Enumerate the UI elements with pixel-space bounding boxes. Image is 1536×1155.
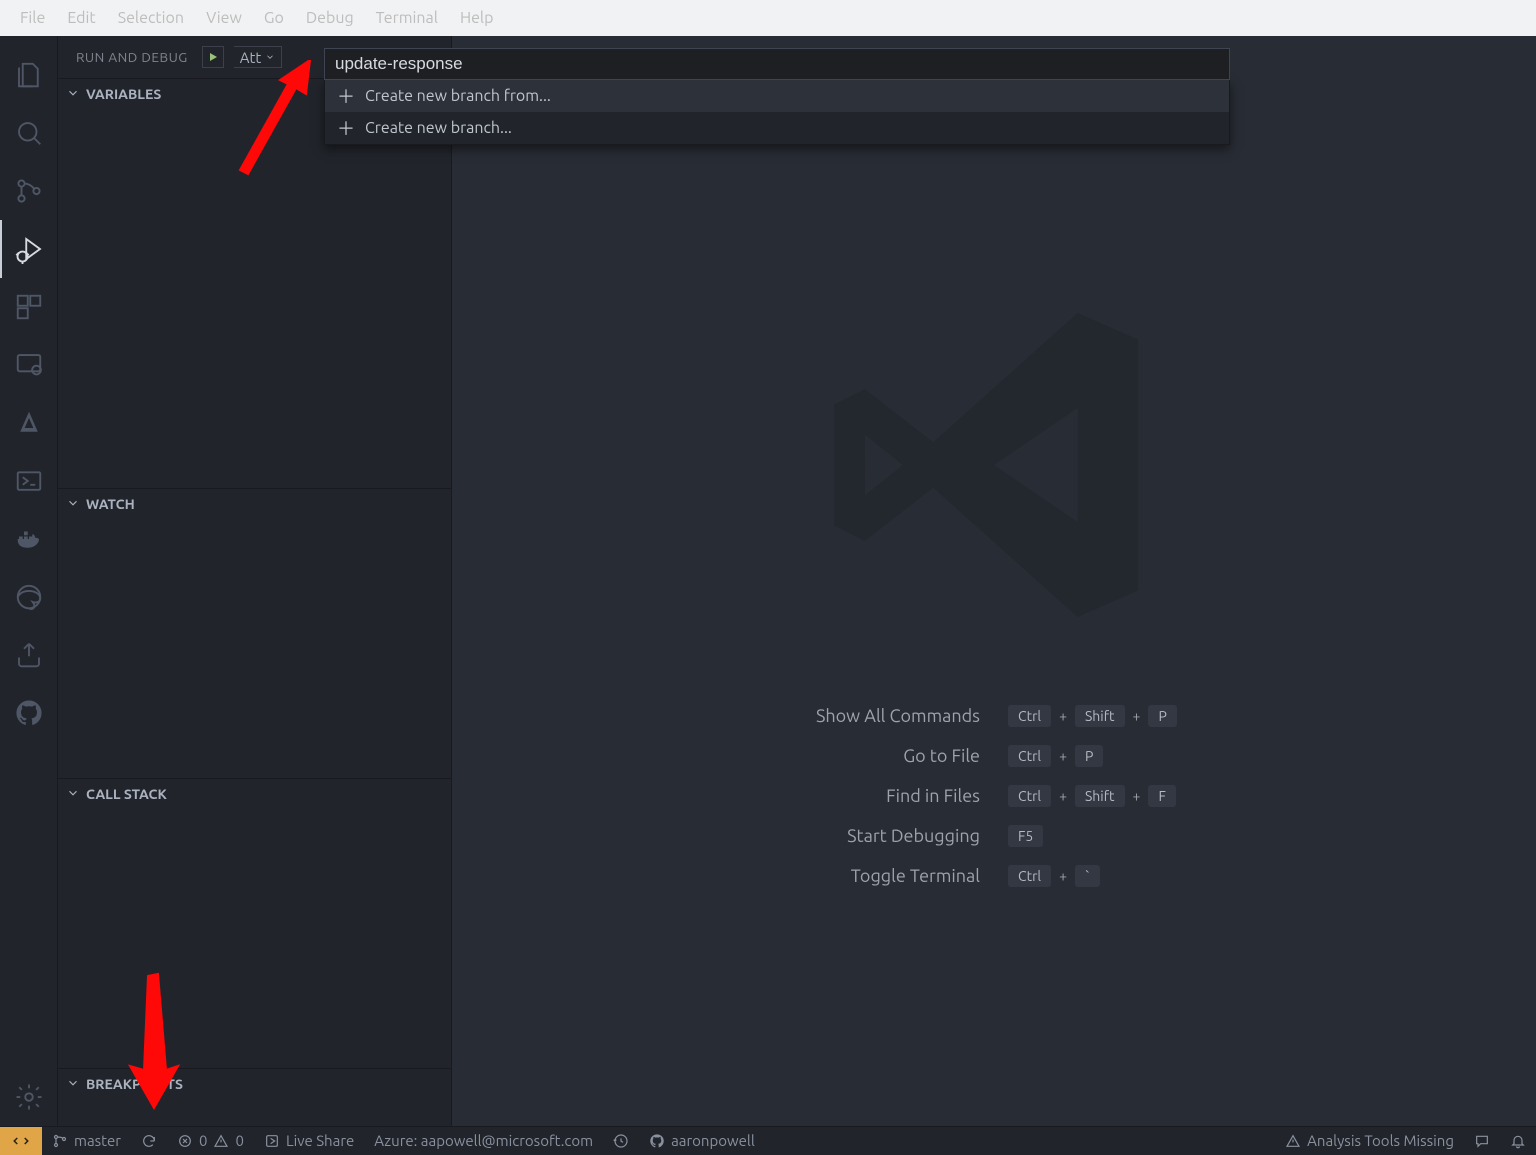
powershell-icon[interactable] (0, 452, 58, 510)
chevron-down-icon (66, 86, 80, 103)
edge-icon[interactable] (0, 568, 58, 626)
liveshare-label: Live Share (286, 1132, 354, 1149)
github-icon[interactable] (0, 684, 58, 742)
menubar: File Edit Selection View Go Debug Termin… (0, 0, 1536, 36)
plus-icon: ＋ (337, 115, 355, 141)
welcome-keys: Ctrl+Shift+F (1008, 785, 1177, 807)
menu-terminal[interactable]: Terminal (366, 5, 448, 31)
warnings-count: 0 (235, 1132, 243, 1149)
welcome-label: Start Debugging (811, 826, 980, 846)
sidebar-title: RUN AND DEBUG (76, 49, 188, 65)
source-control-icon[interactable] (0, 162, 58, 220)
branch-name-input[interactable] (324, 48, 1230, 80)
callstack-section-header[interactable]: CALL STACK (58, 779, 451, 809)
github-label: aaronpowell (671, 1132, 755, 1149)
breakpoints-label: BREAKPOINTS (86, 1076, 183, 1092)
variables-label: VARIABLES (86, 86, 161, 102)
welcome-label: Toggle Terminal (811, 866, 980, 886)
chevron-down-icon (66, 496, 80, 513)
share-icon[interactable] (0, 626, 58, 684)
menu-help[interactable]: Help (450, 5, 504, 31)
remote-explorer-icon[interactable] (0, 336, 58, 394)
quick-item-label: Create new branch... (365, 119, 512, 137)
azure-account[interactable]: Azure: aapowell@microsoft.com (364, 1127, 603, 1154)
statusbar: master 0 0 Live Share Azure: aapowell@mi… (0, 1126, 1536, 1154)
remote-button[interactable] (0, 1127, 42, 1155)
plus-icon: ＋ (337, 83, 355, 109)
menu-debug[interactable]: Debug (296, 5, 364, 31)
analysis-label: Analysis Tools Missing (1307, 1132, 1454, 1149)
bell-icon[interactable] (1500, 1127, 1536, 1154)
problems-indicator[interactable]: 0 0 (167, 1127, 254, 1154)
start-debug-button[interactable] (202, 46, 224, 68)
welcome-shortcuts: Show All Commands Ctrl+Shift+P Go to Fil… (811, 705, 1177, 887)
chevron-down-icon (66, 1076, 80, 1093)
welcome-label: Go to File (811, 746, 980, 766)
debug-config-label: Att (240, 49, 262, 66)
quick-input-palette: ＋ Create new branch from... ＋ Create new… (324, 48, 1230, 145)
watch-section-header[interactable]: WATCH (58, 489, 451, 519)
branch-indicator[interactable]: master (42, 1127, 131, 1154)
liveshare-button[interactable]: Live Share (254, 1127, 364, 1154)
azure-icon[interactable] (0, 394, 58, 452)
editor-welcome: Show All Commands Ctrl+Shift+P Go to Fil… (452, 36, 1536, 1126)
debug-sidebar: RUN AND DEBUG Att VARIABLES WATCH (58, 36, 452, 1126)
files-icon[interactable] (0, 46, 58, 104)
analysis-warning[interactable]: Analysis Tools Missing (1275, 1127, 1464, 1154)
chevron-down-icon (66, 786, 80, 803)
menu-go[interactable]: Go (254, 5, 294, 31)
debug-icon[interactable] (0, 220, 58, 278)
welcome-keys: Ctrl+P (1008, 745, 1177, 767)
sync-button[interactable] (131, 1127, 167, 1154)
callstack-label: CALL STACK (86, 786, 167, 802)
quick-item-label: Create new branch from... (365, 87, 551, 105)
breakpoints-section-header[interactable]: BREAKPOINTS (58, 1069, 451, 1099)
welcome-keys: Ctrl+Shift+P (1008, 705, 1177, 727)
welcome-label: Find in Files (811, 786, 980, 806)
search-icon[interactable] (0, 104, 58, 162)
azure-label: Azure: aapowell@microsoft.com (374, 1132, 593, 1149)
settings-gear-icon[interactable] (0, 1068, 58, 1126)
watch-label: WATCH (86, 496, 135, 512)
branch-label: master (74, 1132, 121, 1149)
create-branch-from-item[interactable]: ＋ Create new branch from... (325, 80, 1229, 112)
github-account[interactable]: aaronpowell (639, 1127, 765, 1154)
vscode-logo-icon (804, 275, 1184, 655)
feedback-icon[interactable] (1464, 1127, 1500, 1154)
errors-count: 0 (199, 1132, 207, 1149)
menu-edit[interactable]: Edit (57, 5, 105, 31)
activitybar (0, 36, 58, 1126)
docker-icon[interactable] (0, 510, 58, 568)
create-branch-item[interactable]: ＋ Create new branch... (325, 112, 1229, 144)
welcome-keys: F5 (1008, 825, 1177, 847)
menu-file[interactable]: File (10, 5, 55, 31)
debug-config-dropdown[interactable]: Att (234, 46, 283, 68)
welcome-label: Show All Commands (811, 706, 980, 726)
welcome-keys: Ctrl+` (1008, 865, 1177, 887)
history-button[interactable] (603, 1127, 639, 1154)
menu-view[interactable]: View (196, 5, 252, 31)
extensions-icon[interactable] (0, 278, 58, 336)
menu-selection[interactable]: Selection (108, 5, 194, 31)
